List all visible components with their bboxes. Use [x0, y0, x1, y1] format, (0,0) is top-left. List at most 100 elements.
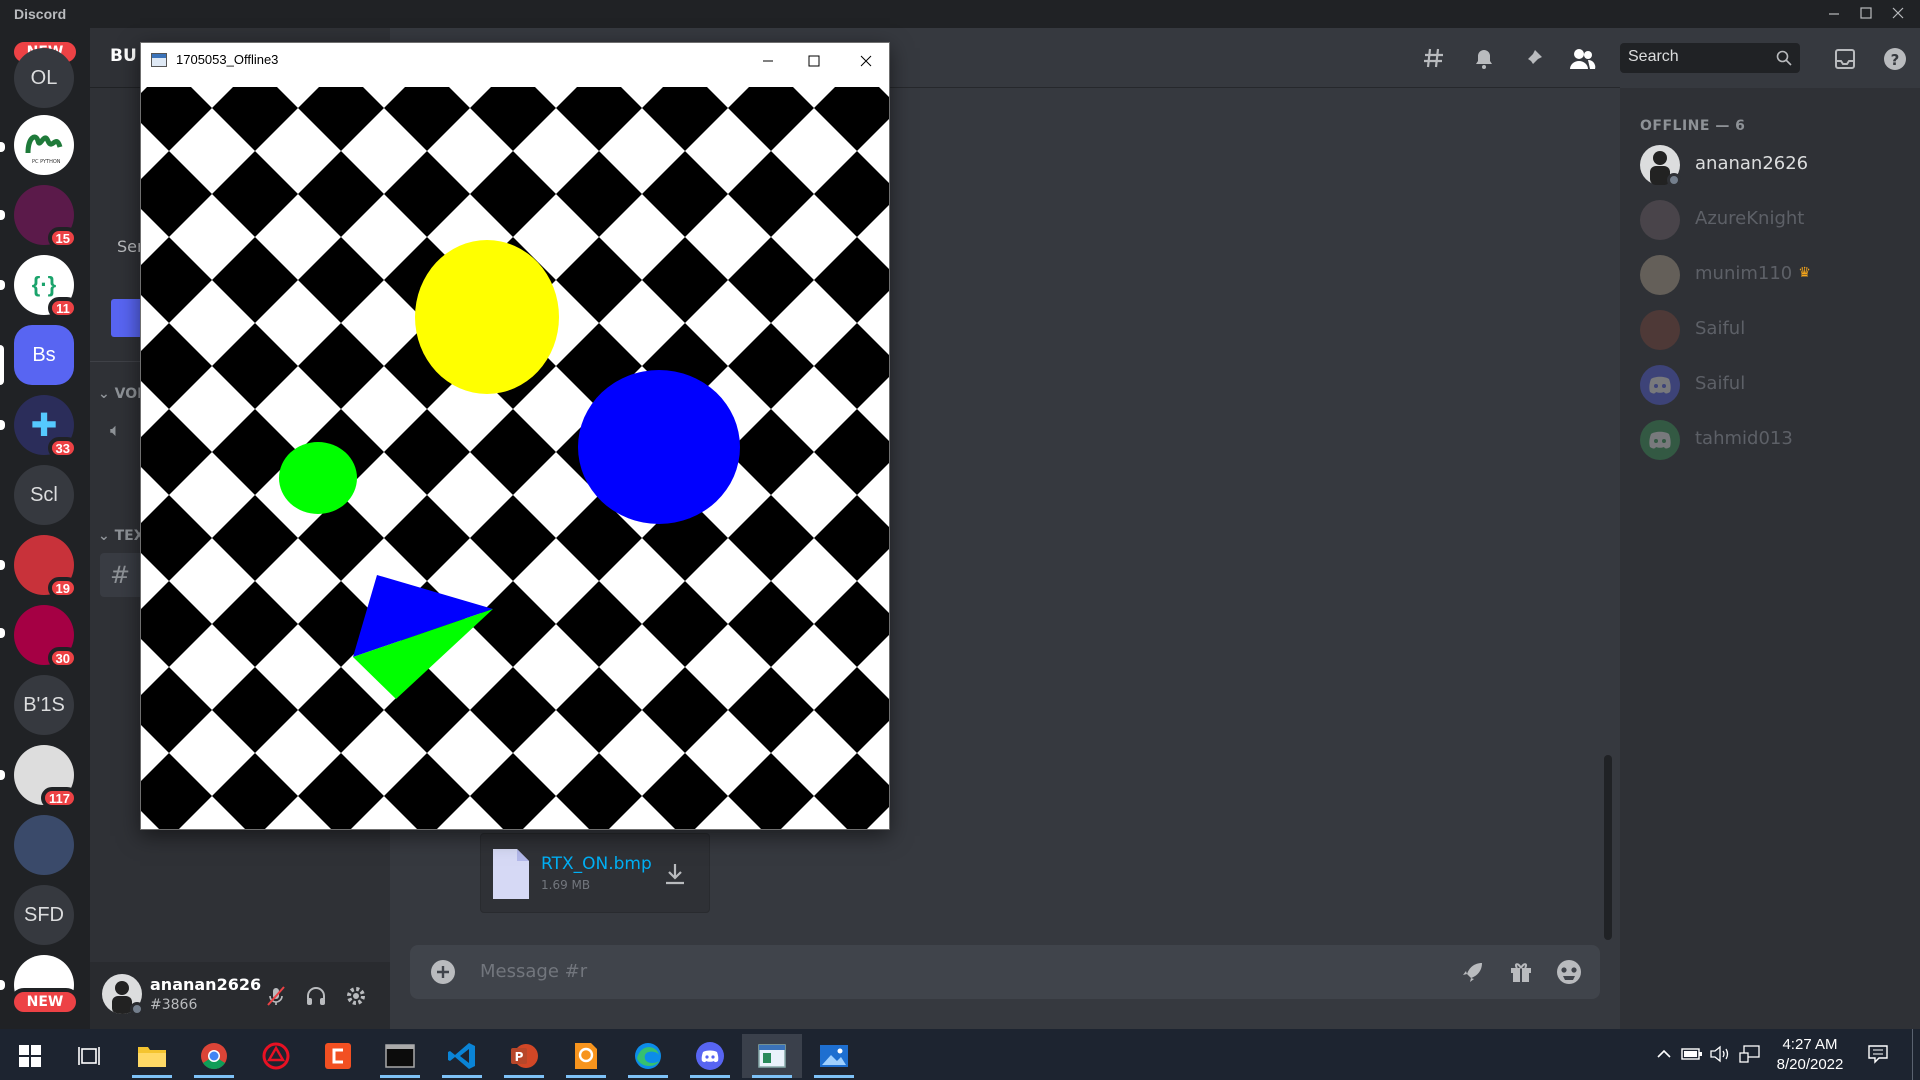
unread-pill [0, 142, 5, 152]
attach-button[interactable] [428, 957, 458, 987]
message-input[interactable]: Message #r [480, 961, 587, 982]
action-center-button[interactable] [1866, 1042, 1890, 1066]
server-python[interactable]: PC PYTHON [14, 115, 74, 175]
member-item[interactable]: AzureKnight [1640, 198, 1900, 242]
window-maximize-button[interactable] [791, 43, 837, 79]
edge-icon [635, 1043, 661, 1069]
mention-badge: 15 [47, 227, 78, 249]
server-label: Bs [32, 343, 56, 366]
mention-badge: 19 [47, 577, 78, 599]
server-bs[interactable]: Bs [14, 325, 74, 385]
taskbar-terminal[interactable] [370, 1034, 430, 1078]
server-ol[interactable]: OL [14, 48, 74, 108]
taskbar-powerpoint[interactable]: P [494, 1034, 554, 1078]
server-red-avatar[interactable]: 19 [14, 535, 78, 599]
server-rail: NEW OL PC PYTHON 15 {·} 11 Bs ✚ 33 Scl 1… [0, 28, 90, 1029]
taskbar-chrome[interactable] [184, 1034, 244, 1078]
network-icon [1739, 1045, 1760, 1063]
app-title: Discord [14, 6, 67, 22]
mention-badge: 11 [48, 297, 78, 319]
member-item[interactable]: Saiful [1640, 308, 1900, 352]
boost-button[interactable] [1458, 957, 1488, 987]
discord-titlebar: Discord [0, 0, 1920, 28]
taskbar-pdf-reader[interactable] [556, 1034, 616, 1078]
selected-pill [0, 345, 4, 385]
show-desktop-button[interactable] [1912, 1029, 1913, 1080]
member-item[interactable]: Saiful [1640, 363, 1900, 407]
help-button[interactable]: ? [1880, 44, 1910, 74]
show-hidden-icons-button[interactable] [1652, 1042, 1676, 1066]
network-button[interactable] [1738, 1042, 1762, 1066]
member-item[interactable]: tahmid013 [1640, 418, 1900, 462]
file-attachment: RTX_ON.bmp 1.69 MB [480, 833, 710, 913]
search-input[interactable]: Search [1620, 43, 1800, 73]
window-minimize-button[interactable] [745, 43, 791, 79]
taskbar-file-explorer[interactable] [122, 1034, 182, 1078]
svg-text:PC PYTHON: PC PYTHON [32, 159, 61, 165]
unread-pill [0, 560, 5, 570]
emoji-button[interactable] [1554, 957, 1584, 987]
taskbar-discord[interactable] [680, 1034, 740, 1078]
pinned-button[interactable] [1518, 44, 1548, 74]
plus-circle-icon [431, 960, 455, 984]
python-icon: PC PYTHON [25, 134, 63, 165]
close-button[interactable] [1884, 2, 1912, 26]
close-icon [860, 55, 872, 67]
category-text[interactable]: ⌄ TEX [98, 528, 145, 544]
taskbar-vscode[interactable] [432, 1034, 492, 1078]
task-view-icon [78, 1047, 100, 1065]
mention-badge: 33 [47, 437, 78, 459]
server-manchester[interactable]: 117 [14, 745, 78, 809]
chat-scrollbar[interactable] [1604, 755, 1612, 940]
svg-text:P: P [515, 1050, 524, 1064]
category-voice[interactable]: ⌄ VOI [98, 386, 142, 402]
green-sphere [279, 442, 357, 514]
discord-logo-icon [1649, 431, 1671, 449]
taskbar-photos[interactable] [804, 1034, 864, 1078]
unread-pill [0, 420, 5, 430]
discord-icon [696, 1042, 724, 1070]
taskbar-opengl-window[interactable] [742, 1034, 802, 1078]
member-item[interactable]: munim110 ♛ [1640, 253, 1900, 297]
window-close-button[interactable] [843, 43, 889, 79]
deafen-button[interactable] [300, 980, 332, 1012]
notifications-button[interactable] [1469, 44, 1499, 74]
mute-mic-button[interactable] [260, 980, 292, 1012]
server-among-us[interactable] [14, 815, 74, 875]
maximize-button[interactable] [1852, 2, 1880, 26]
avatar [1640, 420, 1680, 460]
member-name: Saiful [1695, 318, 1746, 339]
folder-icon [138, 1047, 166, 1067]
new-badge-bottom: NEW [10, 988, 80, 1016]
window-title: 1705053_Offline3 [176, 52, 279, 67]
taskbar-red-app[interactable] [308, 1034, 368, 1078]
start-button[interactable] [0, 1034, 60, 1078]
server-scl[interactable]: Scl [14, 465, 74, 525]
task-view-button[interactable] [60, 1034, 120, 1078]
download-button[interactable] [661, 860, 689, 888]
settings-button[interactable] [340, 980, 372, 1012]
server-code[interactable]: {·} 11 [14, 255, 78, 319]
attachment-filename[interactable]: RTX_ON.bmp [541, 854, 652, 874]
taskbar-antivirus[interactable] [246, 1034, 306, 1078]
server-neon[interactable]: 15 [14, 185, 78, 249]
volume-button[interactable] [1708, 1042, 1732, 1066]
windows-taskbar: P 4:27 AM 8/20/2022 [0, 1029, 1920, 1080]
mention-badge: 30 [47, 647, 78, 669]
taskbar-edge[interactable] [618, 1034, 678, 1078]
server-puzzle[interactable]: ✚ 33 [14, 395, 78, 459]
member-list-button[interactable] [1567, 44, 1597, 74]
threads-button[interactable] [1420, 44, 1450, 74]
taskbar-clock[interactable]: 4:27 AM 8/20/2022 [1770, 1035, 1850, 1075]
minimize-button[interactable] [1820, 2, 1848, 26]
checkerboard-floor [141, 79, 889, 829]
battery-button[interactable] [1680, 1042, 1704, 1066]
server-barca[interactable]: 30 [14, 605, 78, 669]
inbox-button[interactable] [1830, 44, 1860, 74]
server-sfd[interactable]: SFD [14, 885, 74, 945]
member-name: ananan2626 [1695, 153, 1809, 174]
member-item[interactable]: ananan2626 [1640, 143, 1900, 187]
window-titlebar[interactable]: 1705053_Offline3 [141, 43, 889, 79]
gift-button[interactable] [1506, 957, 1536, 987]
server-b1s[interactable]: B'1S [14, 675, 74, 735]
